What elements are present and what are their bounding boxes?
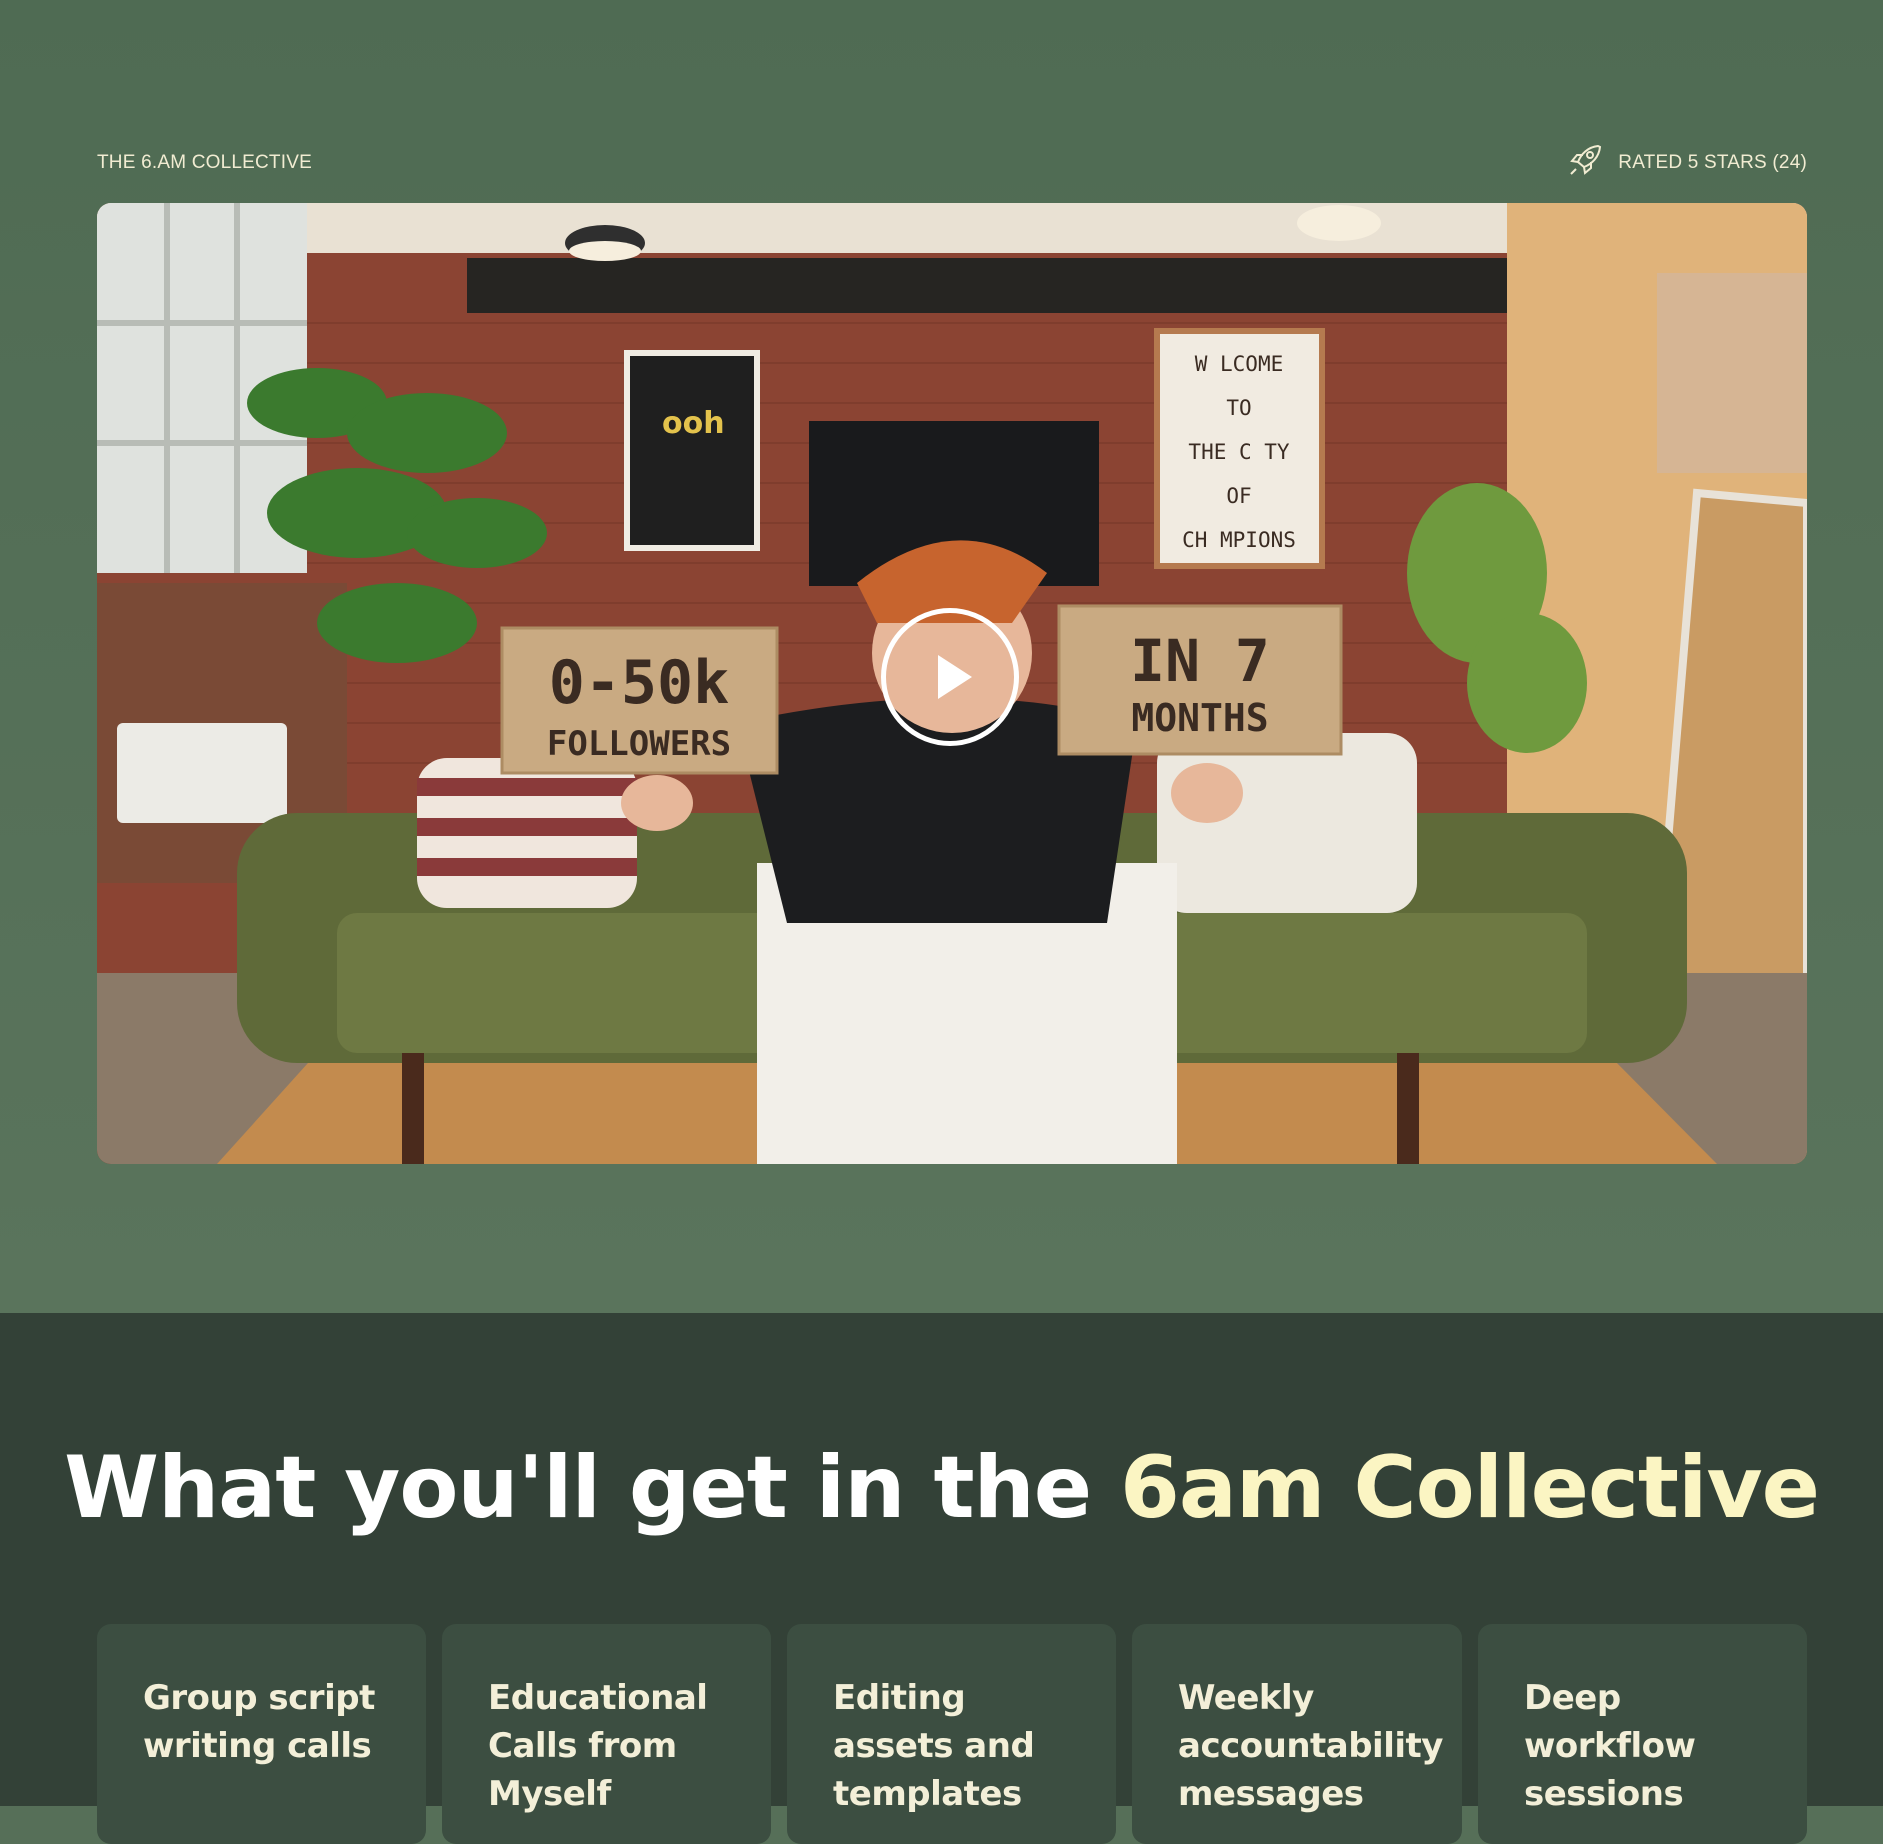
svg-text:MONTHS: MONTHS xyxy=(1131,696,1268,740)
svg-text:IN 7: IN 7 xyxy=(1130,627,1270,695)
svg-text:0-50k: 0-50k xyxy=(549,648,730,718)
rating-text: RATED 5 STARS (24) xyxy=(1618,152,1807,173)
svg-text:W LCOME: W LCOME xyxy=(1195,352,1284,376)
feature-card-title: Weekly accountability messages xyxy=(1178,1678,1443,1814)
feature-card-title: Editing assets and templates xyxy=(833,1678,1035,1814)
features-section: What you'll get in the 6am Collective Gr… xyxy=(0,1313,1883,1844)
feature-cards: Group script writing calls Educational C… xyxy=(97,1624,1807,1844)
svg-text:FOLLOWERS: FOLLOWERS xyxy=(547,724,731,764)
top-bar: THE 6.AM COLLECTIVE RATED 5 STARS (24) xyxy=(97,144,1807,178)
feature-card-title: Educational Calls from Myself xyxy=(488,1678,708,1814)
rocket-icon xyxy=(1568,143,1604,183)
feature-card-title: Deep workflow sessions xyxy=(1524,1678,1696,1814)
svg-text:TO: TO xyxy=(1226,396,1251,420)
feature-card[interactable]: Deep workflow sessions xyxy=(1478,1624,1807,1844)
feature-card[interactable]: Group script writing calls xyxy=(97,1624,426,1844)
video-player[interactable]: ooh W LCOME TO THE C TY OF CH MPIONS 0-5… xyxy=(97,203,1807,1164)
headline-main: What you'll get in the xyxy=(64,1438,1121,1538)
feature-card[interactable]: Editing assets and templates xyxy=(787,1624,1116,1844)
headline-accent: 6am Collective xyxy=(1120,1438,1820,1538)
svg-text:CH MPIONS: CH MPIONS xyxy=(1182,528,1296,552)
feature-card[interactable]: Educational Calls from Myself xyxy=(442,1624,771,1844)
hero-section: THE 6.AM COLLECTIVE RATED 5 STARS (24) o… xyxy=(0,0,1883,1313)
svg-text:ooh: ooh xyxy=(662,406,725,441)
feature-card-title: Group script writing calls xyxy=(143,1678,375,1766)
feature-card[interactable]: Weekly accountability messages xyxy=(1132,1624,1462,1844)
svg-text:OF: OF xyxy=(1226,484,1251,508)
brand-name[interactable]: THE 6.AM COLLECTIVE xyxy=(97,152,312,174)
play-icon[interactable] xyxy=(881,608,1019,746)
features-headline: What you'll get in the 6am Collective xyxy=(0,1438,1883,1538)
rating: RATED 5 STARS (24) xyxy=(1568,143,1807,183)
svg-text:THE C TY: THE C TY xyxy=(1188,440,1290,464)
